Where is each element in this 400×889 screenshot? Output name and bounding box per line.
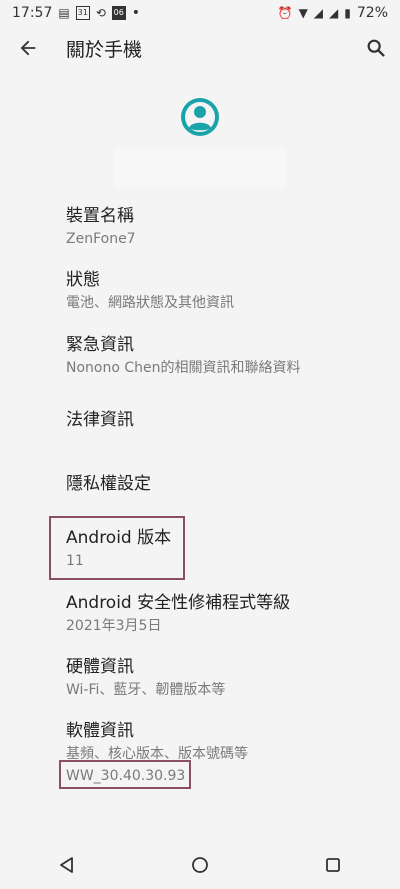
signal-icon-2: ◢ [329,6,339,20]
page-title: 關於手機 [66,39,143,61]
arrow-back-icon [20,40,36,56]
search-icon [367,39,385,57]
status-bar: 17:57 ▤ 31 ⟲ 06 • ⏰ ▼ ◢ ◢ ▮ 72% [0,0,400,26]
item-subtitle: ZenFone7 [66,231,136,247]
sync-icon: ⟲ [95,6,106,20]
item-title: 狀態 [66,270,100,290]
calendar-icon: 31 [75,6,90,20]
build-number-highlight [59,760,191,789]
item-subtitle: 2021年3月5日 [66,618,162,634]
item-title: 緊急資訊 [66,335,134,355]
wifi-icon: ▼ [298,6,308,20]
item-subtitle: Wi-Fi、藍牙、韌體版本等 [66,682,226,698]
account-circle-icon [181,98,219,136]
item-title: 法律資訊 [66,410,134,430]
app-bar: 關於手機 [0,26,400,70]
nav-home-button[interactable] [180,845,220,885]
battery-icon: ▮ [344,6,351,20]
item-title: 裝置名稱 [66,206,134,226]
android-version-highlight [49,516,185,580]
status-dot: • [131,5,141,21]
list-item-privacy-settings[interactable]: 隱私權設定 [66,473,386,495]
item-title: 軟體資訊 [66,721,134,741]
item-subtitle: Nonono Chen的相關資訊和聯絡資料 [66,360,301,376]
circle-home-icon [192,856,208,873]
triangle-back-icon [59,856,73,873]
list-item-device-name[interactable]: 裝置名稱 ZenFone7 [66,205,386,249]
date-badge-icon: 06 [111,6,126,20]
list-item-legal-info[interactable]: 法律資訊 [66,409,386,431]
signal-icon-1: ◢ [313,6,324,20]
navigation-bar [0,840,400,889]
item-title: Android 安全性修補程式等級 [66,593,291,613]
back-button[interactable] [14,34,42,62]
list-item-status[interactable]: 狀態 電池、網路狀態及其他資訊 [66,269,386,313]
search-button[interactable] [362,34,390,62]
item-subtitle: 電池、網路狀態及其他資訊 [66,295,234,311]
device-name-label-area [115,148,285,188]
alarm-icon: ⏰ [277,6,293,20]
notification-icon: ▤ [58,6,70,20]
item-title: 硬體資訊 [66,657,134,677]
list-item-emergency-info[interactable]: 緊急資訊 Nonono Chen的相關資訊和聯絡資料 [66,334,386,378]
list-item-security-patch[interactable]: Android 安全性修補程式等級 2021年3月5日 [66,592,386,636]
battery-level: 72% [356,5,388,21]
status-right: ⏰ ▼ ◢ ◢ ▮ 72% [278,5,388,21]
square-recents-icon [326,857,341,872]
nav-back-button[interactable] [47,845,87,885]
nav-recents-button[interactable] [313,845,353,885]
list-item-hardware-info[interactable]: 硬體資訊 Wi-Fi、藍牙、韌體版本等 [66,656,386,700]
status-time: 17:57 [12,5,53,21]
item-title: 隱私權設定 [66,474,151,494]
status-left: 17:57 ▤ 31 ⟲ 06 • [12,5,140,21]
